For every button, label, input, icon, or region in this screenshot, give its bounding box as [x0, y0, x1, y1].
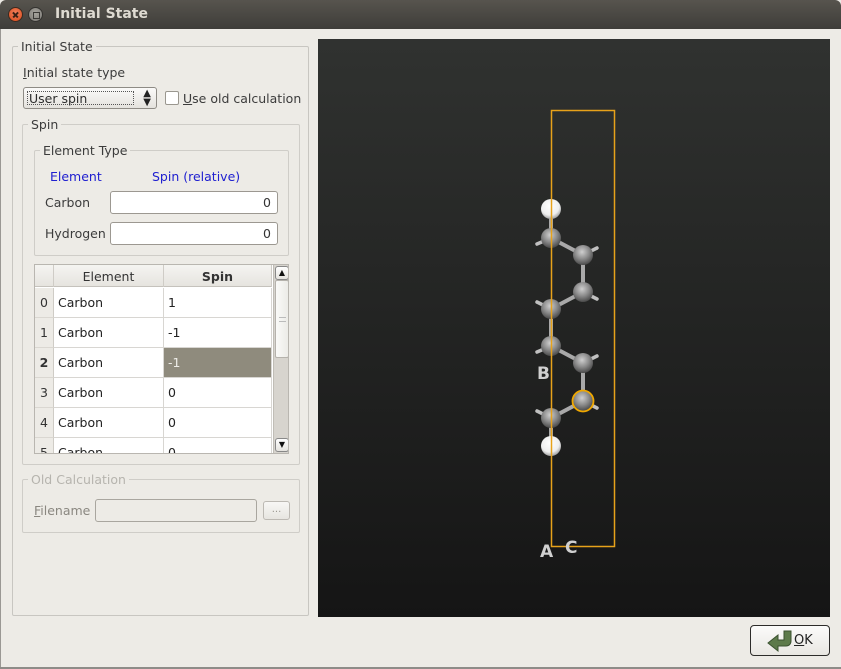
filename-input[interactable] — [95, 499, 257, 522]
row-header[interactable]: 1 — [35, 318, 54, 348]
spin-relative-header: Spin (relative) — [152, 169, 241, 184]
hydrogen-spin-input[interactable]: 0 — [110, 222, 278, 245]
spin-cell[interactable]: 0 — [164, 438, 272, 453]
element-cell[interactable]: Carbon — [54, 438, 164, 453]
carbon-atom[interactable] — [573, 245, 593, 265]
table-row[interactable]: 5 Carbon 0 — [35, 438, 272, 453]
filename-label: Filename — [34, 503, 90, 518]
updown-arrow-icon: ▲ ▼ — [143, 88, 151, 108]
element-cell[interactable]: Carbon — [54, 288, 164, 318]
mnemonic: U — [183, 91, 193, 106]
mnemonic: O — [794, 633, 805, 648]
maximize-window-button[interactable] — [28, 7, 43, 22]
spin-cell-selected[interactable]: -1 — [164, 348, 272, 378]
table-vertical-scrollbar[interactable]: ▲ ▼ — [273, 265, 288, 453]
table-row[interactable]: 0 Carbon 1 — [35, 288, 272, 318]
structure-viewer[interactable]: B A C — [318, 39, 830, 617]
element-header: Element — [50, 169, 102, 184]
row-header[interactable]: 4 — [35, 408, 54, 438]
atom-spin-table[interactable]: Element Spin 0 Carbon 1 1 Carbon -1 2 Ca… — [34, 264, 289, 454]
table-row[interactable]: 3 Carbon 0 — [35, 378, 272, 408]
ok-button[interactable]: OK — [750, 625, 830, 656]
molecule-canvas[interactable]: B A C — [318, 39, 830, 617]
axis-label-c: C — [565, 538, 577, 558]
unit-cell-box — [550, 109, 616, 548]
label-text: ilename — [40, 503, 91, 518]
use-old-calculation-checkbox[interactable] — [165, 91, 179, 105]
use-old-calculation-label[interactable]: Use old calculation — [183, 91, 301, 106]
initial-state-type-select[interactable]: User spin ▲ ▼ — [23, 87, 157, 109]
element-type-name: Carbon — [45, 195, 91, 210]
row-header[interactable]: 2 — [35, 348, 54, 378]
element-type-group-title: Element Type — [40, 143, 131, 158]
table-row[interactable]: 1 Carbon -1 — [35, 318, 272, 348]
scroll-up-arrow-icon[interactable]: ▲ — [275, 266, 288, 280]
carbon-atom[interactable] — [573, 353, 593, 373]
spin-cell[interactable]: 1 — [164, 288, 272, 318]
carbon-spin-input[interactable]: 0 — [110, 191, 278, 214]
spin-cell[interactable]: 0 — [164, 378, 272, 408]
table-header: Element Spin — [35, 265, 272, 287]
carbon-atom[interactable] — [573, 282, 593, 302]
close-window-button[interactable] — [8, 7, 23, 22]
atoms — [541, 199, 593, 456]
label-text: se old calculation — [192, 91, 302, 106]
element-cell[interactable]: Carbon — [54, 348, 164, 378]
grip-icon — [279, 317, 286, 322]
spin-group-title: Spin — [28, 117, 62, 132]
initial-state-group-title: Initial State — [18, 39, 96, 54]
corner-header[interactable] — [35, 265, 54, 287]
table-row-selected[interactable]: 2 Carbon -1 — [35, 348, 272, 378]
label-text: K — [804, 633, 813, 648]
spin-cell[interactable]: -1 — [164, 318, 272, 348]
element-cell[interactable]: Carbon — [54, 408, 164, 438]
old-calculation-group-title: Old Calculation — [28, 472, 129, 487]
axis-label-a: A — [540, 542, 554, 562]
initial-state-type-label: Initial state type — [23, 65, 125, 80]
scroll-down-arrow-icon[interactable]: ▼ — [275, 438, 288, 452]
browse-button[interactable]: ... — [263, 501, 290, 520]
title-bar: Initial State — [0, 0, 841, 29]
column-header-element[interactable]: Element — [54, 265, 164, 287]
row-header[interactable]: 3 — [35, 378, 54, 408]
window-title: Initial State — [55, 6, 148, 22]
element-cell[interactable]: Carbon — [54, 318, 164, 348]
select-value: User spin — [29, 91, 88, 106]
column-header-spin[interactable]: Spin — [164, 265, 272, 287]
row-header[interactable]: 5 — [35, 438, 54, 453]
table-row[interactable]: 4 Carbon 0 — [35, 408, 272, 438]
element-type-name: Hydrogen — [45, 226, 106, 241]
label-text: nitial state type — [26, 65, 126, 80]
element-cell[interactable]: Carbon — [54, 378, 164, 408]
row-header[interactable]: 0 — [35, 288, 54, 318]
ok-label: OK — [794, 633, 813, 648]
window-border — [0, 29, 1, 669]
return-arrow-icon — [767, 630, 792, 653]
spin-cell[interactable]: 0 — [164, 408, 272, 438]
axis-label-b: B — [537, 364, 550, 384]
scrollbar-thumb[interactable] — [275, 280, 288, 358]
